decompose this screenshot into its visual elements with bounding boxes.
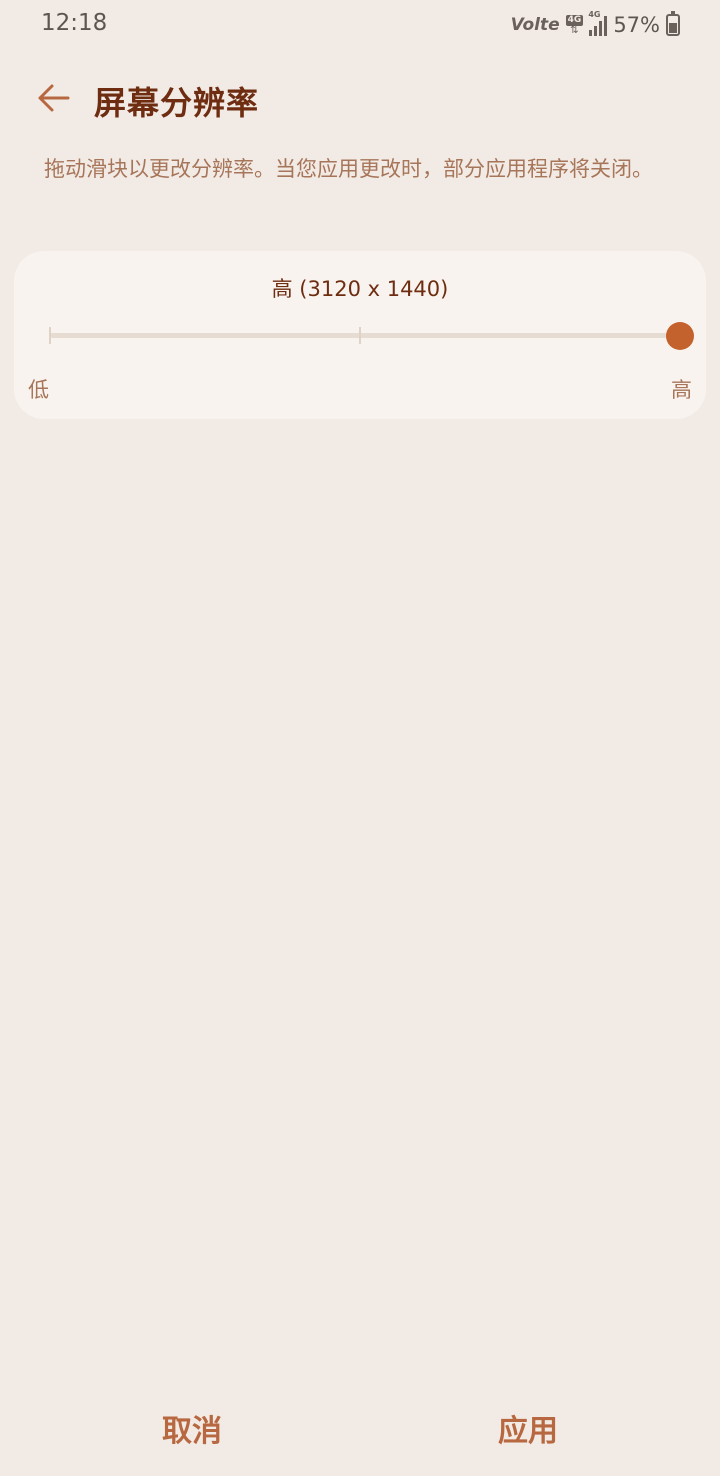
- battery-percent: 57%: [613, 13, 660, 37]
- status-time: 12:18: [41, 10, 108, 36]
- status-bar: 12:18 Volte 4G ⇅ 4G 57%: [0, 0, 720, 50]
- description-text: 拖动滑块以更改分辨率。当您应用更改时，部分应用程序将关闭。: [44, 157, 653, 181]
- current-resolution-label: 高 (3120 x 1440): [271, 277, 449, 301]
- screen-resolution-page: 12:18 Volte 4G ⇅ 4G 57% 屏幕分辨率 拖动滑块以更改分辨率…: [0, 0, 720, 1476]
- app-header: 屏幕分辨率: [0, 68, 720, 126]
- page-title: 屏幕分辨率: [94, 84, 260, 122]
- slider-low-label: 低: [28, 378, 49, 402]
- cancel-button[interactable]: 取消: [62, 1400, 322, 1456]
- volte-indicator: Volte: [510, 15, 560, 35]
- slider-tick: [49, 327, 51, 344]
- arrow-left-icon: [38, 84, 70, 112]
- status-icons: Volte 4G ⇅ 4G 57%: [511, 10, 680, 40]
- resolution-card: 高 (3120 x 1440) 低 高: [14, 251, 706, 419]
- slider-tick: [359, 327, 361, 344]
- apply-button[interactable]: 应用: [398, 1400, 658, 1456]
- signal-strength-icon: 4G: [588, 10, 608, 36]
- back-button[interactable]: [30, 75, 76, 121]
- network-4g-icon: 4G ⇅: [565, 14, 584, 36]
- slider-thumb[interactable]: [666, 322, 694, 350]
- slider-high-label: 高: [671, 378, 692, 402]
- resolution-slider[interactable]: [49, 321, 694, 351]
- battery-charging-icon: [666, 11, 680, 36]
